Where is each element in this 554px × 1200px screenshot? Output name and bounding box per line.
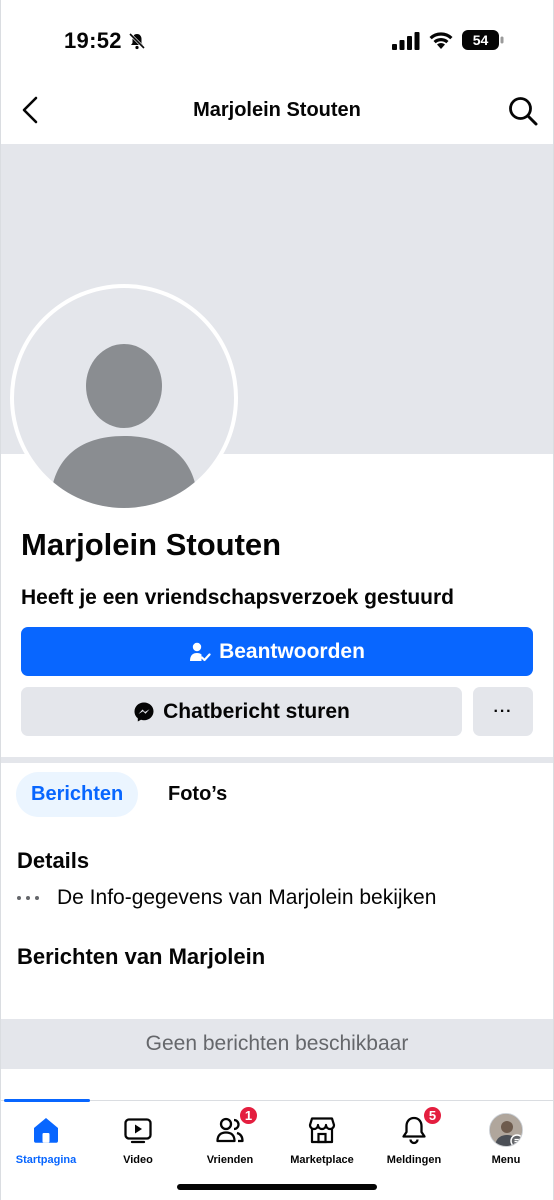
more-options-label: ··· [493,702,513,720]
profile-name: Marjolein Stouten [21,527,282,562]
respond-button-label: Beantwoorden [219,639,365,663]
no-posts-message: Geen berichten beschikbaar [0,1019,554,1069]
nav-home[interactable]: Startpagina [1,1113,91,1166]
nav-menu[interactable]: Menu [461,1113,551,1166]
tab-photos[interactable]: Foto’s [153,772,242,817]
friend-request-text: Heeft je een vriendschapsverzoek gestuur… [21,586,454,609]
home-icon [34,1118,58,1143]
nav-marketplace[interactable]: Marketplace [277,1113,367,1166]
friends-badge: 1 [238,1105,259,1126]
profile-header: Marjolein Stouten [0,84,554,144]
menu-avatar [489,1113,523,1147]
status-time: 19:52 [64,28,122,53]
search-icon[interactable] [506,94,540,128]
tab-photos-label: Foto’s [168,783,228,805]
active-tab-indicator [4,1099,90,1102]
message-button-label: Chatbericht sturen [163,699,350,723]
nav-friends-label: Vrienden [206,1154,254,1166]
default-avatar-icon [50,344,198,508]
bell-off-icon [128,32,146,50]
nav-home-label: Startpagina [15,1154,77,1166]
respond-button[interactable]: Beantwoorden [21,627,533,676]
message-button[interactable]: Chatbericht sturen [21,687,462,736]
details-title: Details [17,848,90,873]
marketplace-icon [308,1117,336,1144]
notifications-badge: 5 [422,1105,443,1126]
details-info-text: De Info-gegevens van Marjolein bekijken [57,886,437,909]
posts-title: Berichten van Marjolein [17,944,266,969]
details-info-row[interactable]: De Info-gegevens van Marjolein bekijken [17,886,436,910]
signal-icon [392,32,420,50]
nav-menu-label: Menu [491,1154,521,1166]
battery-icon: 54 [462,30,504,50]
messenger-icon [134,702,154,721]
video-icon [124,1118,152,1144]
more-dots-icon [17,896,39,900]
more-options-button[interactable]: ··· [473,687,533,736]
person-check-icon [190,642,211,661]
tab-posts[interactable]: Berichten [16,772,139,817]
nav-notifications[interactable]: 5 Meldingen [369,1105,459,1166]
status-bar: 19:52 54 [0,0,554,84]
nav-video-label: Video [123,1154,153,1166]
profile-avatar[interactable] [10,284,238,512]
section-divider [0,757,554,763]
wifi-icon [429,32,453,49]
battery-level: 54 [473,32,489,48]
nav-notifications-label: Meldingen [386,1154,442,1166]
nav-video[interactable]: Video [93,1113,183,1166]
nav-friends[interactable]: 1 Vrienden [185,1105,275,1166]
tab-posts-label: Berichten [31,783,124,805]
page-title: Marjolein Stouten [193,99,361,121]
home-indicator[interactable] [177,1184,377,1190]
nav-marketplace-label: Marketplace [290,1154,354,1166]
